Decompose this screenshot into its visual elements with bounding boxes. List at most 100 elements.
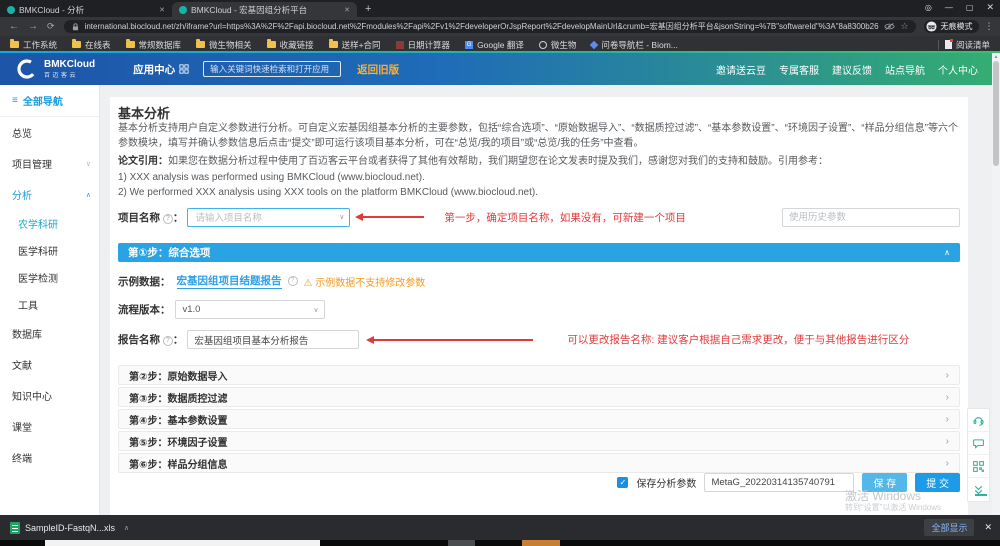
step1-header[interactable]: 第①步：综合选项 ∧: [118, 243, 960, 262]
customer-service-link[interactable]: 专属客服: [779, 62, 819, 77]
feedback-link[interactable]: 建议反馈: [832, 62, 872, 77]
sample-data-row: 示例数据： 宏基因组项目结题报告 ? ⚠ 示例数据不支持修改参数: [118, 273, 425, 289]
qr-code-button[interactable]: [968, 455, 989, 478]
reload-icon[interactable]: ⟳: [47, 21, 55, 32]
personal-center-link[interactable]: 个人中心: [938, 62, 978, 77]
scrollbar-thumb[interactable]: [993, 61, 999, 166]
sidebar-item-classroom[interactable]: 课堂: [0, 411, 99, 442]
excel-file-icon: [10, 522, 20, 534]
collapse-widget-button[interactable]: [968, 478, 989, 501]
help-icon[interactable]: ?: [163, 214, 173, 224]
bookmark-folder[interactable]: 工作系统: [10, 39, 57, 51]
bookmark-folder[interactable]: 在线表: [72, 39, 111, 51]
site-nav-link[interactable]: 站点导航: [885, 62, 925, 77]
bookmark-item[interactable]: 日期计算器: [396, 39, 451, 51]
bookmark-folder[interactable]: 常规数据库: [126, 39, 182, 51]
browser-tabstrip: BMKCloud - 分析 ✕ BMKCloud - 宏基因组分析平台 ✕ + …: [0, 0, 1000, 17]
report-name-label: 报告名称 ?：: [118, 332, 183, 347]
sidebar-item-medical-testing[interactable]: 医学检测: [0, 264, 99, 291]
all-navigation-button[interactable]: ≡ 全部导航: [0, 85, 99, 117]
url-bar[interactable]: international.biocloud.net/zh/iframe?url…: [64, 20, 916, 33]
incognito-badge[interactable]: 无痕模式: [924, 20, 979, 33]
sidebar-item-database[interactable]: 数据库: [0, 318, 99, 349]
bookmark-item[interactable]: GGoogle 翻译: [465, 39, 524, 51]
sidebar-item-terminal[interactable]: 终端: [0, 442, 99, 473]
browser-profile-icon[interactable]: ◎: [925, 3, 932, 12]
step6-accordion[interactable]: 第⑥步：样品分组信息›: [118, 453, 960, 473]
sidebar-item-analysis[interactable]: 分析∧: [0, 179, 99, 210]
help-icon[interactable]: ?: [288, 276, 298, 286]
browser-tab-1[interactable]: BMKCloud - 分析 ✕: [0, 2, 172, 17]
sidebar-item-tools[interactable]: 工具: [0, 291, 99, 318]
tab-close-icon[interactable]: ✕: [159, 6, 165, 14]
browser-menu-icon[interactable]: ⋮: [985, 21, 994, 32]
sidebar-item-agri-research[interactable]: 农学科研: [0, 210, 99, 237]
page-scrollbar[interactable]: ▲ ▼: [992, 53, 1000, 540]
incognito-label: 无痕模式: [941, 21, 973, 32]
forward-icon[interactable]: →: [28, 21, 38, 32]
qr-code-icon: [972, 460, 985, 473]
reading-list-button[interactable]: 阅读清单: [945, 39, 990, 51]
project-name-label: 项目名称 ?：: [118, 210, 183, 225]
step5-accordion[interactable]: 第⑤步：环境因子设置›: [118, 431, 960, 451]
maximize-button[interactable]: ▢: [966, 3, 974, 12]
submit-button[interactable]: 提 交: [915, 473, 960, 492]
version-row: 流程版本： v1.0 ∨: [118, 300, 325, 319]
new-tab-button[interactable]: +: [365, 3, 371, 15]
save-params-checkbox[interactable]: ✓: [617, 477, 628, 488]
back-icon[interactable]: ←: [9, 21, 19, 32]
scroll-up-icon[interactable]: ▲: [992, 54, 1000, 60]
history-params-input[interactable]: [782, 208, 960, 227]
bookmark-folder[interactable]: 微生物相关: [196, 39, 252, 51]
step4-accordion[interactable]: 第④步：基本参数设置›: [118, 409, 960, 429]
invite-link[interactable]: 邀请送云豆: [716, 62, 766, 77]
bookmark-folder[interactable]: 送样+合同: [329, 39, 381, 51]
calculator-icon: [396, 41, 404, 49]
chevron-up-icon[interactable]: ∧: [124, 524, 129, 532]
step2-accordion[interactable]: 第②步：原始数据导入›: [118, 365, 960, 385]
bookmark-folder[interactable]: 收藏链接: [267, 39, 314, 51]
bookmark-item[interactable]: 问卷导航栏 - Biom...: [591, 39, 678, 51]
customer-service-button[interactable]: [968, 409, 989, 432]
browser-tab-2-active[interactable]: BMKCloud - 宏基因组分析平台 ✕: [172, 2, 357, 17]
bmkcloud-logo[interactable]: BMKCloud 百迈客云: [16, 58, 95, 80]
sidebar-item-literature[interactable]: 文献: [0, 349, 99, 380]
app-center-button[interactable]: 应用中心: [133, 62, 189, 77]
sidebar-item-overview[interactable]: 总览: [0, 117, 99, 148]
sample-report-link[interactable]: 宏基因组项目结题报告: [177, 273, 282, 289]
report-name-input[interactable]: [187, 330, 359, 349]
report-annotation: 可以更改报告名称: 建议客户根据自己需求更改，便于与其他报告进行区分: [567, 332, 909, 347]
chevron-down-icon: ∨: [86, 160, 91, 168]
param-name-input[interactable]: [704, 473, 854, 492]
eye-blocked-icon[interactable]: [884, 22, 895, 31]
version-select[interactable]: v1.0 ∨: [175, 300, 325, 319]
bookmark-item[interactable]: 微生物: [539, 39, 577, 51]
download-bar: SampleID-FastqN...xls ∧ 全部显示 ✕: [0, 515, 1000, 540]
version-label: 流程版本：: [118, 302, 171, 317]
return-old-version-link[interactable]: 返回旧版: [357, 62, 399, 77]
step3-accordion[interactable]: 第③步：数据质控过滤›: [118, 387, 960, 407]
bmkcloud-logo-icon: [16, 58, 38, 80]
folder-icon: [329, 41, 338, 48]
sidebar-item-knowledge-center[interactable]: 知识中心: [0, 380, 99, 411]
reading-list-icon: [945, 40, 952, 49]
show-all-downloads-button[interactable]: 全部显示: [924, 519, 974, 536]
project-name-select[interactable]: 请输入项目名称 ∨: [187, 208, 350, 227]
bookmark-star-icon[interactable]: ☆: [900, 21, 908, 32]
help-icon[interactable]: ?: [163, 336, 173, 346]
downloaded-file-chip[interactable]: SampleID-FastqN...xls ∧: [10, 522, 129, 534]
minimize-button[interactable]: —: [945, 3, 953, 12]
message-button[interactable]: [968, 432, 989, 455]
sidebar-item-medical-research[interactable]: 医学科研: [0, 237, 99, 264]
app-search-input[interactable]: [203, 61, 341, 77]
brand-name: BMKCloud: [44, 60, 95, 70]
close-download-bar-icon[interactable]: ✕: [984, 522, 992, 533]
sidebar: ≡ 全部导航 总览 项目管理∨ 分析∧ 农学科研 医学科研 医学检测 工具 数据…: [0, 85, 100, 515]
taskbar-item: [448, 540, 475, 546]
close-button[interactable]: ✕: [986, 2, 994, 13]
main-content: 基本分析 基本分析支持用户自定义参数进行分析。可自定义宏基因组基本分析的主要参数…: [110, 97, 968, 515]
tab-title: BMKCloud - 宏基因组分析平台: [191, 4, 340, 16]
tab-close-icon[interactable]: ✕: [344, 6, 350, 14]
sidebar-item-project-management[interactable]: 项目管理∨: [0, 148, 99, 179]
chevron-down-icon: ∨: [339, 213, 344, 221]
